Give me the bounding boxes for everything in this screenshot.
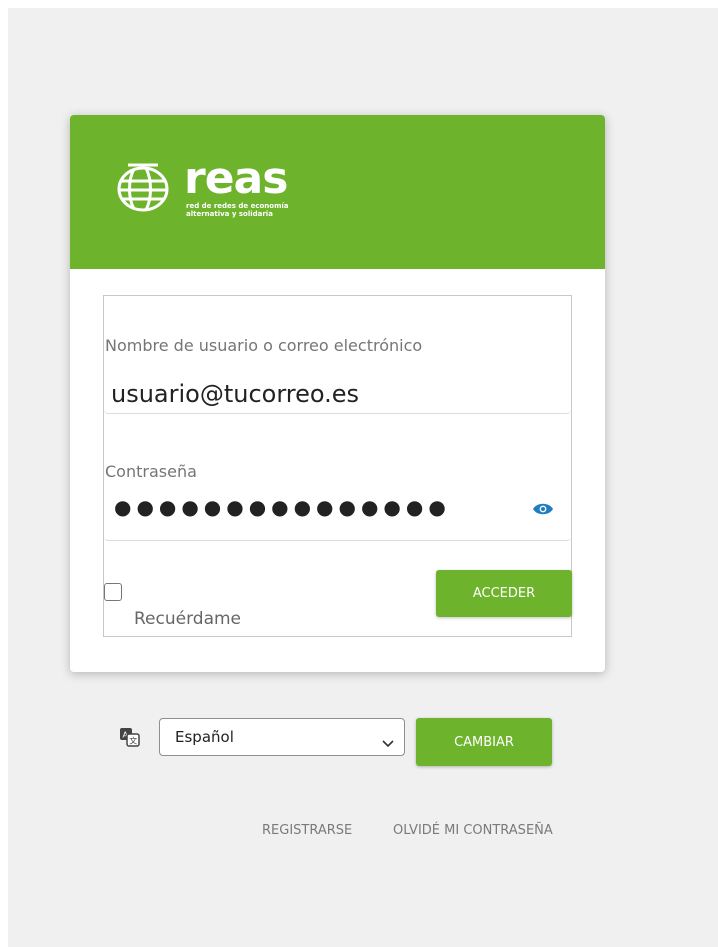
language-selected: Español xyxy=(175,728,234,746)
eye-icon[interactable] xyxy=(532,501,554,520)
acceder-button[interactable]: ACCEDER xyxy=(436,570,572,617)
language-select[interactable]: Español xyxy=(159,718,405,756)
translate-icon: A 文 xyxy=(120,728,140,752)
remember-checkbox[interactable] xyxy=(104,583,122,601)
globe-icon xyxy=(117,163,169,212)
card-header: reas red de redes de economía alternativ… xyxy=(70,115,605,269)
svg-text:文: 文 xyxy=(129,736,137,746)
password-mask: ●●●●●●●●●●●●●●● xyxy=(114,495,451,519)
login-card: reas red de redes de economía alternativ… xyxy=(70,115,605,672)
forgot-password-link[interactable]: OLVIDÉ MI CONTRASEÑA xyxy=(393,823,553,838)
logo-tagline-line1: red de redes de economía xyxy=(186,202,289,210)
password-label: Contraseña xyxy=(105,462,197,481)
logo-tagline-line2: alternativa y solidaria xyxy=(186,210,273,218)
remember-label: Recuérdame xyxy=(134,609,242,629)
chevron-down-icon xyxy=(382,733,394,752)
reas-logo: reas red de redes de economía alternativ… xyxy=(116,154,289,222)
login-form: Nombre de usuario o correo electrónico C… xyxy=(103,295,572,637)
logo-tagline: red de redes de economía alternativa y s… xyxy=(186,202,326,218)
username-input[interactable] xyxy=(104,374,571,414)
register-link[interactable]: REGISTRARSE xyxy=(262,823,352,838)
cambiar-button[interactable]: CAMBIAR xyxy=(416,718,552,766)
username-label: Nombre de usuario o correo electrónico xyxy=(105,336,423,355)
logo-wordmark: reas xyxy=(184,153,288,204)
